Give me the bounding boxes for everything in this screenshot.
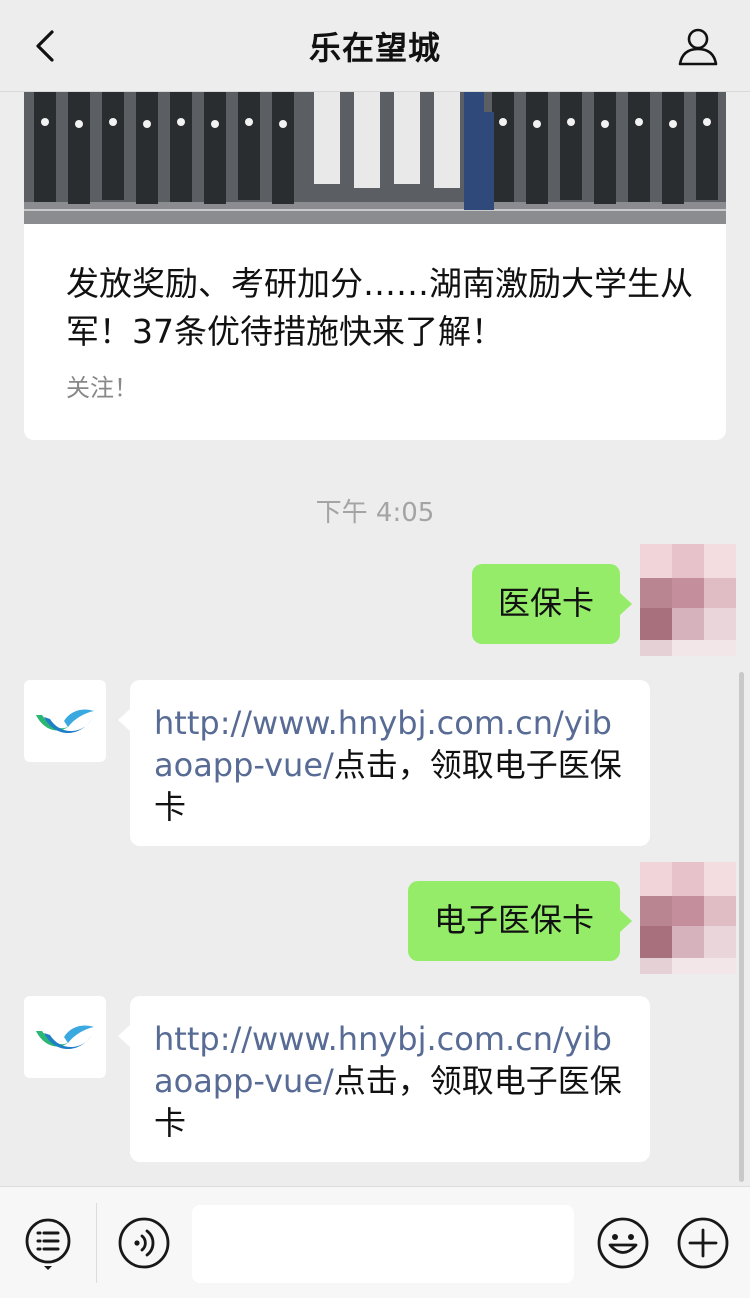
- message-bubble-sent[interactable]: 医保卡: [471, 564, 633, 644]
- voice-icon[interactable]: [117, 1216, 171, 1270]
- page-title: 乐在望城: [308, 28, 441, 67]
- chat-screen: 乐在望城 发放奖励、考研加分……湖南激励大学生从军！37条优待措施快来了解！ 关…: [0, 0, 750, 1298]
- list-menu-icon[interactable]: [22, 1217, 76, 1271]
- message-text: 电子医保卡: [433, 901, 594, 939]
- user-avatar[interactable]: [640, 544, 736, 656]
- input-toolbar: [0, 1186, 750, 1298]
- person-icon[interactable]: [676, 24, 720, 68]
- message-bubble-received[interactable]: http://www.hnybj.com.cn/yibaoapp-vue/点击，…: [118, 680, 650, 846]
- plus-icon[interactable]: [676, 1216, 730, 1270]
- article-headline: 发放奖励、考研加分……湖南激励大学生从军！37条优待措施快来了解！: [66, 264, 693, 351]
- smiley-icon[interactable]: [596, 1216, 650, 1270]
- article-cover-image: [24, 92, 726, 224]
- user-avatar[interactable]: [640, 862, 736, 974]
- chevron-left-icon[interactable]: [26, 26, 66, 66]
- scrollbar[interactable]: [739, 672, 744, 1182]
- message-timestamp: 下午 4:05: [315, 498, 435, 528]
- logo-icon: [36, 709, 94, 734]
- message-bubble-received[interactable]: http://www.hnybj.com.cn/yibaoapp-vue/点击，…: [118, 996, 650, 1162]
- toolbar-divider: [96, 1203, 97, 1283]
- article-card[interactable]: 发放奖励、考研加分……湖南激励大学生从军！37条优待措施快来了解！ 关注！: [24, 92, 726, 440]
- article-summary: 关注！: [66, 374, 138, 402]
- official-account-avatar[interactable]: [24, 680, 106, 762]
- message-text: 医保卡: [497, 584, 594, 622]
- logo-icon: [36, 1025, 94, 1050]
- message-input[interactable]: [192, 1205, 574, 1283]
- header-bar: 乐在望城: [0, 0, 750, 92]
- official-account-avatar[interactable]: [24, 996, 106, 1078]
- message-bubble-sent[interactable]: 电子医保卡: [407, 881, 633, 961]
